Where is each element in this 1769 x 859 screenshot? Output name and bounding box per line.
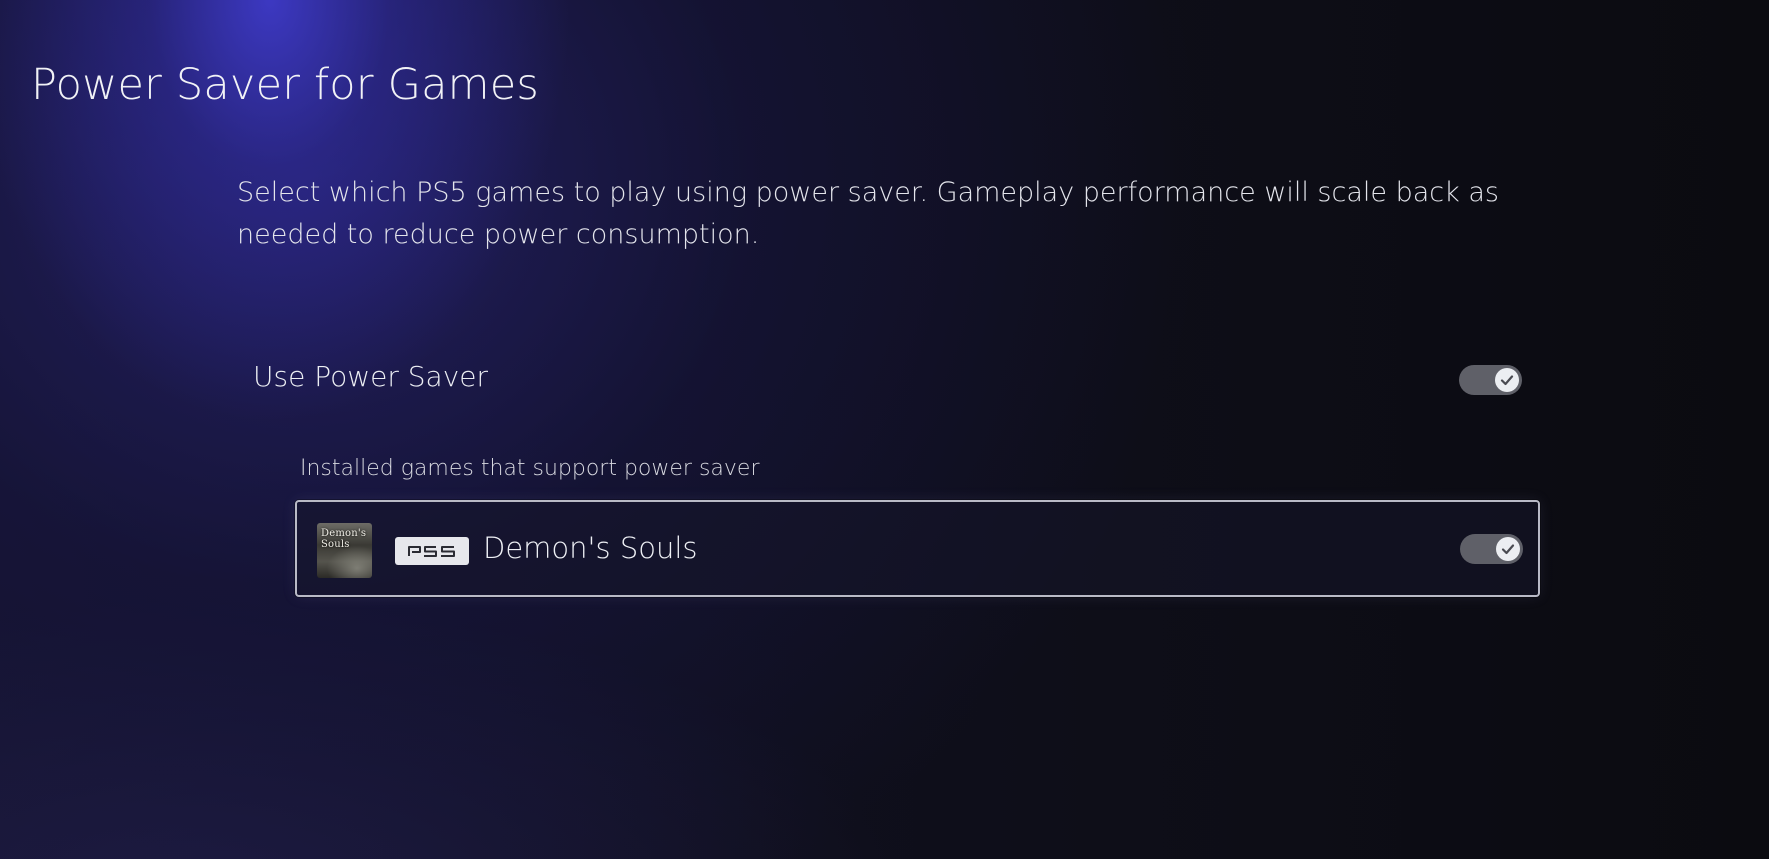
ps5-badge <box>395 537 469 565</box>
toggle-knob <box>1496 537 1520 561</box>
games-section-label: Installed games that support power saver <box>300 456 760 481</box>
page-title: Power Saver for Games <box>31 60 539 110</box>
game-thumbnail: Demon's Souls <box>317 523 372 578</box>
toggle-knob <box>1495 368 1519 392</box>
use-power-saver-label: Use Power Saver <box>253 360 489 393</box>
game-thumbnail-text: Demon's Souls <box>321 528 367 550</box>
page-description: Select which PS5 games to play using pow… <box>237 177 1499 250</box>
game-list-item[interactable]: Demon's Souls Demon's Souls <box>295 500 1540 597</box>
use-power-saver-row[interactable]: Use Power Saver <box>253 358 1523 402</box>
use-power-saver-toggle[interactable] <box>1459 365 1522 395</box>
checkmark-icon <box>1500 375 1514 386</box>
ps5-logo-icon <box>408 546 455 557</box>
game-power-saver-toggle[interactable] <box>1460 534 1523 564</box>
game-title: Demon's Souls <box>483 531 698 565</box>
checkmark-icon <box>1501 544 1515 555</box>
